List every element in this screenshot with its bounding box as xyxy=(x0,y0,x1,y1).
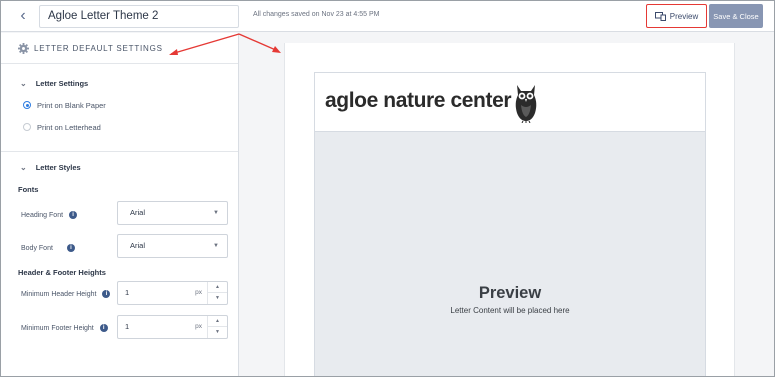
decrement-button[interactable]: ▼ xyxy=(208,327,227,338)
devices-icon xyxy=(654,11,666,21)
top-bar: ‹ Agloe Letter Theme 2 All changes saved… xyxy=(1,1,774,32)
radio-letterhead-label: Print on Letterhead xyxy=(37,122,101,132)
min-header-label-text: Minimum Header Height xyxy=(21,290,97,298)
min-header-stepper[interactable]: 1 px ▲ ▼ xyxy=(117,281,228,305)
increment-button[interactable]: ▲ xyxy=(208,282,227,293)
settings-sidebar: LETTER DEFAULT SETTINGS ⌄ Letter Setting… xyxy=(1,33,239,376)
letter-styles-title: Letter Styles xyxy=(35,162,81,172)
app-window: ‹ Agloe Letter Theme 2 All changes saved… xyxy=(0,0,775,377)
body-font-row: Body Font i Arial ▼ xyxy=(1,234,238,266)
back-button[interactable]: ‹ xyxy=(15,7,31,25)
letter-header: agloe nature center xyxy=(315,73,705,132)
min-header-label: Minimum Header Height i xyxy=(21,290,111,298)
min-footer-label: Minimum Footer Height i xyxy=(21,324,108,332)
info-icon[interactable]: i xyxy=(99,324,108,332)
min-footer-label-text: Minimum Footer Height xyxy=(21,324,94,332)
letter-settings-title: Letter Settings xyxy=(35,78,89,88)
min-footer-value: 1 xyxy=(125,322,130,331)
heading-font-value: Arial xyxy=(130,208,146,217)
save-status: All changes saved on Nov 23 at 4:55 PM xyxy=(253,11,380,18)
caret-down-icon: ▼ xyxy=(213,210,219,216)
save-close-button[interactable]: Save & Close xyxy=(709,4,763,28)
info-icon[interactable]: i xyxy=(69,211,78,219)
fonts-heading: Fonts xyxy=(18,185,39,194)
chevron-left-icon: ‹ xyxy=(20,7,26,24)
chevron-down-icon: ⌄ xyxy=(20,78,27,88)
preview-title: Preview xyxy=(478,284,542,302)
gear-icon xyxy=(18,42,29,54)
body-font-label-text: Body Font xyxy=(21,244,53,252)
chevron-down-icon: ⌄ xyxy=(20,162,27,172)
body-font-value: Arial xyxy=(130,241,146,250)
heading-font-select[interactable]: Arial ▼ xyxy=(117,201,228,225)
radio-letterhead[interactable]: Print on Letterhead xyxy=(1,116,238,138)
document-title-input[interactable]: Agloe Letter Theme 2 xyxy=(39,5,239,28)
org-name: agloe nature center xyxy=(325,89,512,112)
decrement-button[interactable]: ▼ xyxy=(208,293,227,304)
body-font-select[interactable]: Arial ▼ xyxy=(117,234,228,258)
radio-unselected-icon xyxy=(23,123,31,131)
sidebar-header: LETTER DEFAULT SETTINGS xyxy=(1,33,238,64)
radio-blank-paper-label: Print on Blank Paper xyxy=(37,100,106,110)
radio-blank-paper[interactable]: Print on Blank Paper xyxy=(1,94,238,116)
preview-button-label: Preview xyxy=(669,11,699,21)
min-footer-unit: px xyxy=(195,323,202,330)
preview-button[interactable]: Preview xyxy=(646,4,707,28)
heading-font-label: Heading Font i xyxy=(21,211,78,219)
increment-button[interactable]: ▲ xyxy=(208,316,227,327)
letter-content-area: Preview Letter Content will be placed he… xyxy=(315,132,705,376)
heights-heading: Header & Footer Heights xyxy=(18,268,106,277)
body-font-label: Body Font i xyxy=(21,244,75,252)
info-icon[interactable]: i xyxy=(102,290,111,298)
min-header-row: Minimum Header Height i 1 px ▲ ▼ xyxy=(1,281,238,315)
letter-settings-toggle[interactable]: ⌄ Letter Settings xyxy=(1,72,238,94)
letter-preview: agloe nature center Preview Letter Conte… xyxy=(314,72,706,376)
letter-settings-section: ⌄ Letter Settings Print on Blank Paper P… xyxy=(1,64,238,152)
letter-styles-section: ⌄ Letter Styles Fonts Heading Font i Ari… xyxy=(1,152,238,349)
min-header-value: 1 xyxy=(125,288,130,297)
preview-subtitle: Letter Content will be placed here xyxy=(450,306,570,315)
radio-selected-icon xyxy=(23,101,31,109)
info-icon[interactable]: i xyxy=(66,244,75,252)
heading-font-row: Heading Font i Arial ▼ xyxy=(1,201,238,233)
letter-styles-toggle[interactable]: ⌄ Letter Styles xyxy=(1,156,238,178)
min-header-unit: px xyxy=(195,289,202,296)
heading-font-label-text: Heading Font xyxy=(21,211,64,219)
stepper-arrows: ▲ ▼ xyxy=(207,316,227,338)
sidebar-header-label: LETTER DEFAULT SETTINGS xyxy=(34,43,163,53)
owl-icon xyxy=(515,85,537,123)
caret-down-icon: ▼ xyxy=(213,243,219,249)
min-footer-row: Minimum Footer Height i 1 px ▲ ▼ xyxy=(1,315,238,349)
stepper-arrows: ▲ ▼ xyxy=(207,282,227,304)
min-footer-stepper[interactable]: 1 px ▲ ▼ xyxy=(117,315,228,339)
